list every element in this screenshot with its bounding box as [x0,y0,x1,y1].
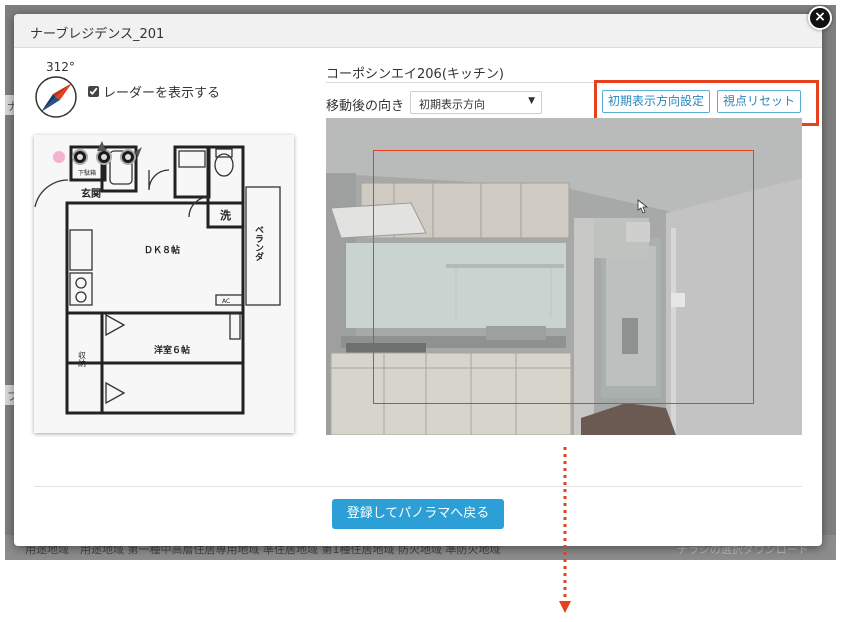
floorplan-label-veranda: ベランダ [253,225,264,262]
floorplan-label-ac: AC [222,298,230,305]
panorama-viewer[interactable] [326,118,802,435]
floorplan-image: 玄関 下駄箱 洗 ＤＫ８帖 ベランダ AC 洋室６帖 収納 [34,141,281,415]
floorplan-radar[interactable]: 玄関 下駄箱 洗 ＤＫ８帖 ベランダ AC 洋室６帖 収納 [34,135,294,433]
show-radar-label: レーダーを表示する [103,86,221,101]
close-icon: × [814,9,826,25]
view-frame-rect [373,150,754,404]
compass-degree: 312° [46,60,75,74]
floorplan-label-getabako: 下駄箱 [78,169,96,177]
set-initial-direction-button[interactable]: 初期表示方向設定 [602,90,710,113]
footer-divider [34,486,802,487]
close-button[interactable]: × [808,6,832,30]
direction-select[interactable]: 初期表示方向 ▼ [410,91,542,114]
panorama-settings-modal: ナーブレジデンス_201 × 312° レーダーを表示する 玄関 下駄箱 洗 Ｄ… [14,6,832,546]
floorplan-label-genkan: 玄関 [81,187,101,200]
room-title: コーポシンエイ206(キッチン) [326,67,504,82]
floorplan-label-wash: 洗 [220,208,231,222]
show-radar-toggle[interactable]: レーダーを表示する [88,82,220,101]
direction-label: 移動後の向き [326,99,405,114]
dotted-arrow-annotation [559,447,571,613]
show-radar-checkbox[interactable] [88,86,99,97]
modal-title: ナーブレジデンス_201 [30,27,165,42]
save-and-return-button[interactable]: 登録してパノラマへ戻る [332,499,504,529]
direction-selected-value: 初期表示方向 [419,98,485,111]
floorplan-label-dk: ＤＫ８帖 [144,244,180,256]
compass-icon [35,76,77,118]
floorplan-label-western: 洋室６帖 [154,344,190,356]
reset-viewpoint-button[interactable]: 視点リセット [717,90,801,113]
chevron-down-icon: ▼ [528,96,535,106]
modal-header: ナーブレジデンス_201 [14,14,822,48]
floorplan-label-storage: 収納 [78,350,87,368]
